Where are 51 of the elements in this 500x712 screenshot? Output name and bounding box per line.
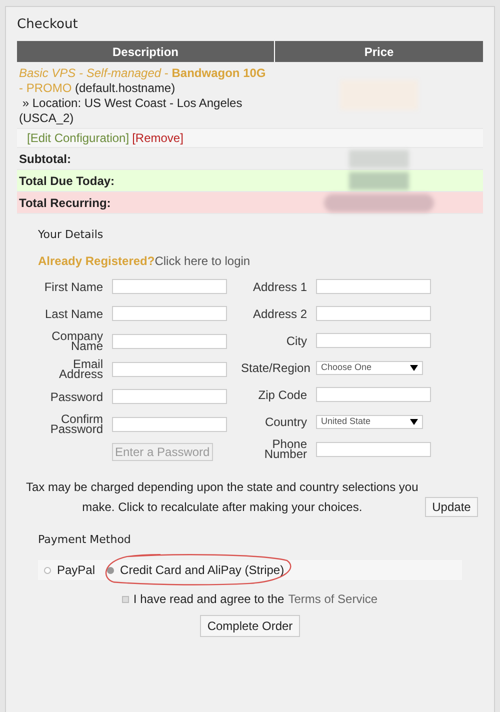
terms-checkbox[interactable] [122, 596, 130, 602]
column-header: Description [17, 41, 275, 62]
login-link[interactable]: Click here to login [154, 254, 250, 268]
complete-order-button[interactable]: Complete Order [200, 615, 300, 637]
input-field[interactable] [316, 333, 431, 348]
total-label: Total Due Today: [18, 172, 116, 190]
field-label: Zip Code [257, 390, 307, 400]
radio-option[interactable]: Credit Card and AliPay (Stripe) [107, 563, 284, 577]
total-label: Total Recurring: [18, 194, 112, 212]
input-field[interactable] [112, 306, 227, 321]
field-label: Address 2 [252, 308, 307, 318]
field-label: Password [49, 392, 103, 402]
product-description: Basic VPS - Self-managed - Bandwagon 10G - PROMO (default.hostname) » Location: US West Coast - Los Angeles (USCA_2) [18, 65, 267, 127]
field-label: City [285, 336, 307, 346]
field-label: Company Name [50, 331, 103, 351]
login-prompt: Already Registered? [38, 254, 155, 268]
input-field[interactable] [112, 362, 227, 376]
field-label: Phone Number [263, 439, 307, 459]
field-label: Country [264, 416, 307, 426]
password-strength: Enter a Password [112, 442, 213, 460]
tax-note: Tax may be charged depending upon the state and country selections you make. Click to recalculate after making your choices. [25, 479, 420, 516]
radio-option[interactable]: PayPal [44, 563, 96, 577]
field-label: Email Address [58, 359, 103, 379]
blurred-price [348, 172, 408, 190]
column-header: Price [363, 44, 395, 60]
input-field[interactable] [112, 416, 227, 432]
input-field[interactable] [316, 306, 431, 321]
blurred-price [348, 150, 408, 168]
input-field[interactable] [316, 442, 431, 456]
section-heading: Payment Method [38, 533, 132, 546]
input-field[interactable] [316, 387, 431, 402]
field-label: Last Name [44, 308, 103, 318]
caret-icon [410, 364, 418, 370]
dropdown[interactable]: United State [316, 414, 423, 428]
field-label: Address 1 [252, 282, 307, 292]
input-field[interactable] [112, 279, 227, 294]
panel-title: Checkout [17, 17, 79, 32]
input-field[interactable] [112, 334, 227, 348]
caret-icon [410, 418, 418, 424]
total-label: Subtotal: [18, 150, 72, 168]
terms-text: I have read and agree to the [133, 592, 284, 606]
field-label: Confirm Password [49, 414, 103, 434]
input-field[interactable] [316, 279, 431, 294]
section-heading: Your Details [38, 228, 104, 241]
item-link[interactable]: [Edit Configuration] [27, 131, 130, 145]
terms-link[interactable]: Terms of Service [288, 592, 378, 606]
input-field[interactable] [112, 389, 227, 404]
item-link[interactable]: [Remove] [132, 131, 184, 145]
dropdown[interactable]: Choose One [316, 360, 423, 374]
update-button[interactable]: Update [425, 497, 478, 517]
field-label: First Name [43, 282, 103, 292]
